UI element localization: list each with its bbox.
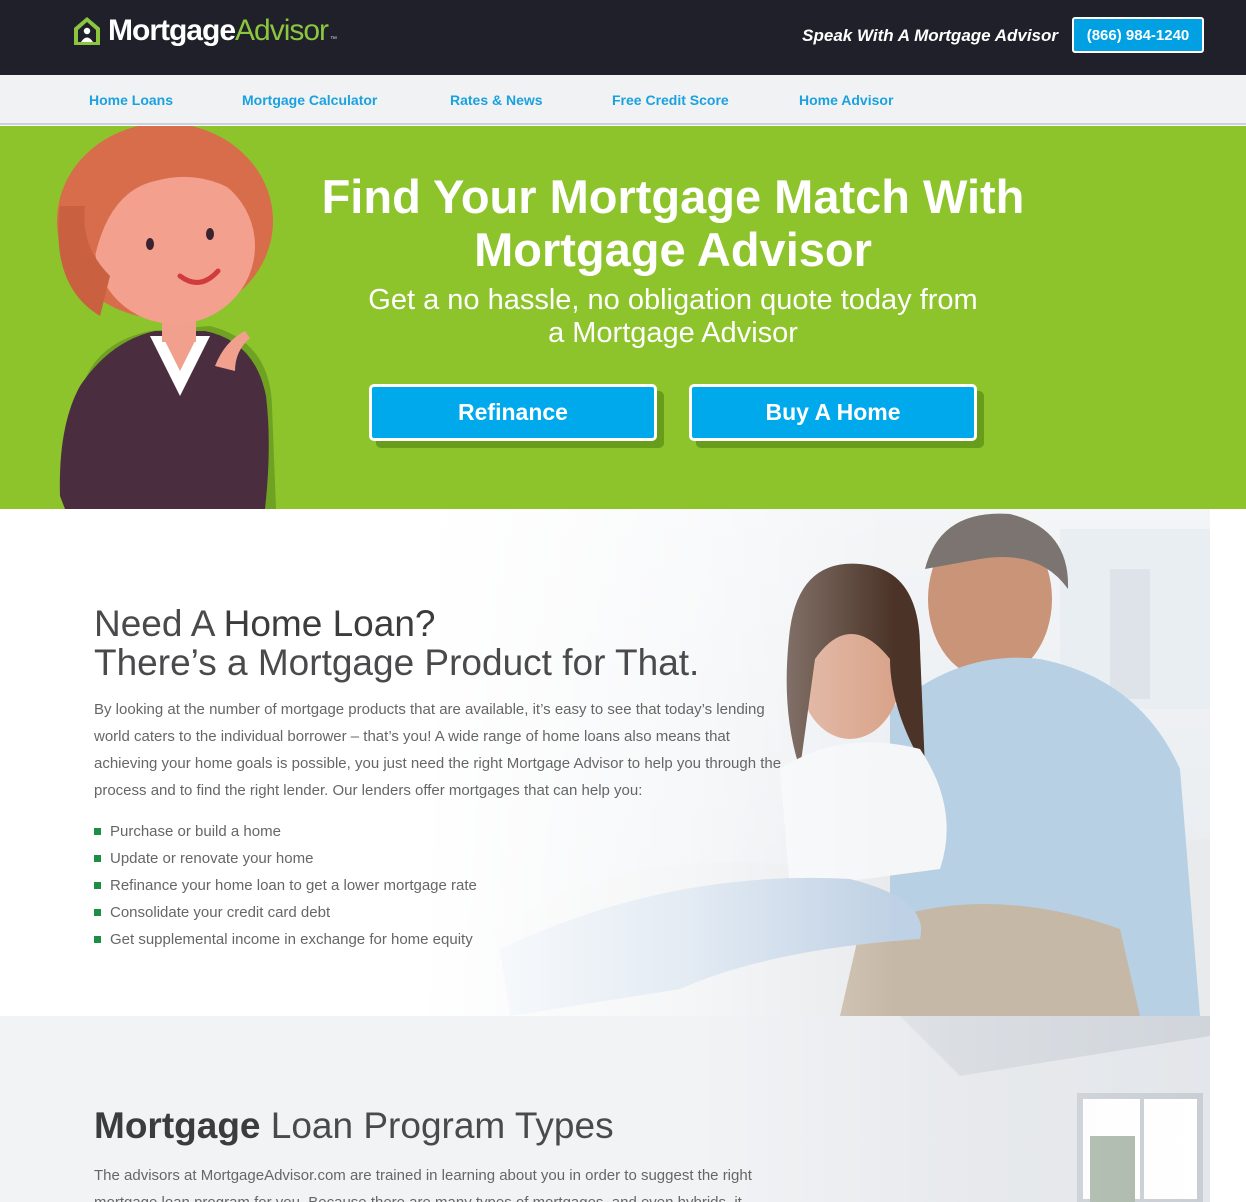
bullet-square-icon	[94, 936, 101, 943]
top-header: MortgageAdvisor ™ Speak With A Mortgage …	[0, 0, 1246, 75]
phone-button[interactable]: (866) 984-1240	[1072, 17, 1204, 53]
list-item-text: Get supplemental income in exchange for …	[110, 931, 473, 948]
list-item: Purchase or build a home	[94, 818, 477, 845]
trademark: ™	[330, 35, 338, 43]
hero-title: Find Your Mortgage Match With Mortgage A…	[321, 170, 1025, 276]
home-loan-section: Need A Home Loan? There’s a Mortgage Pro…	[0, 509, 1246, 1016]
list-item-text: Update or renovate your home	[110, 850, 314, 867]
home-loan-heading: Need A Home Loan?	[94, 603, 435, 644]
speak-with-advisor-text: Speak With A Mortgage Advisor	[802, 26, 1058, 45]
program-types-heading-light: Loan Program Types	[260, 1105, 614, 1146]
list-item-text: Consolidate your credit card debt	[110, 904, 331, 921]
home-loan-heading-light: Need A	[94, 603, 224, 644]
list-item: Consolidate your credit card debt	[94, 899, 477, 926]
hero-banner: Find Your Mortgage Match With Mortgage A…	[0, 126, 1246, 509]
nav-item-free-credit-score[interactable]: Free Credit Score	[612, 92, 729, 108]
logo-text: MortgageAdvisor	[108, 14, 329, 48]
list-item-text: Refinance your home loan to get a lower …	[110, 877, 477, 894]
list-item: Get supplemental income in exchange for …	[94, 926, 477, 953]
house-icon	[72, 15, 102, 47]
logo-word-advisor: Advisor	[235, 14, 329, 47]
hero-subtitle: Get a no hassle, no obligation quote tod…	[368, 284, 978, 349]
buy-a-home-button[interactable]: Buy A Home	[689, 384, 977, 441]
bullet-square-icon	[94, 882, 101, 889]
list-item-text: Purchase or build a home	[110, 823, 281, 840]
loan-program-types-section: Mortgage Loan Program Types The advisors…	[0, 1016, 1246, 1202]
home-loan-heading-bold: Home Loan?	[223, 603, 436, 644]
refinance-button[interactable]: Refinance	[369, 384, 657, 441]
program-types-paragraph: The advisors at MortgageAdvisor.com are …	[94, 1167, 752, 1202]
advisor-illustration	[40, 126, 300, 509]
logo-word-mortgage: Mortgage	[108, 14, 236, 47]
main-nav: Home Loans Mortgage Calculator Rates & N…	[0, 75, 1246, 125]
list-item: Update or renovate your home	[94, 845, 477, 872]
nav-item-home-loans[interactable]: Home Loans	[89, 92, 173, 108]
home-loan-benefits-list: Purchase or build a home Update or renov…	[94, 818, 477, 953]
page-edge-strip	[1210, 509, 1246, 1202]
nav-item-home-advisor[interactable]: Home Advisor	[799, 92, 893, 108]
program-types-heading-bold: Mortgage	[94, 1105, 261, 1146]
bullet-square-icon	[94, 828, 101, 835]
bullet-square-icon	[94, 855, 101, 862]
logo[interactable]: MortgageAdvisor ™	[72, 14, 337, 48]
nav-item-rates-news[interactable]: Rates & News	[450, 92, 543, 108]
program-types-heading: Mortgage Loan Program Types	[94, 1104, 614, 1148]
bullet-square-icon	[94, 909, 101, 916]
home-loan-paragraph: By looking at the number of mortgage pro…	[94, 701, 782, 799]
home-loan-subheading: There’s a Mortgage Product for That.	[94, 642, 700, 683]
nav-item-mortgage-calculator[interactable]: Mortgage Calculator	[242, 92, 377, 108]
list-item: Refinance your home loan to get a lower …	[94, 872, 477, 899]
